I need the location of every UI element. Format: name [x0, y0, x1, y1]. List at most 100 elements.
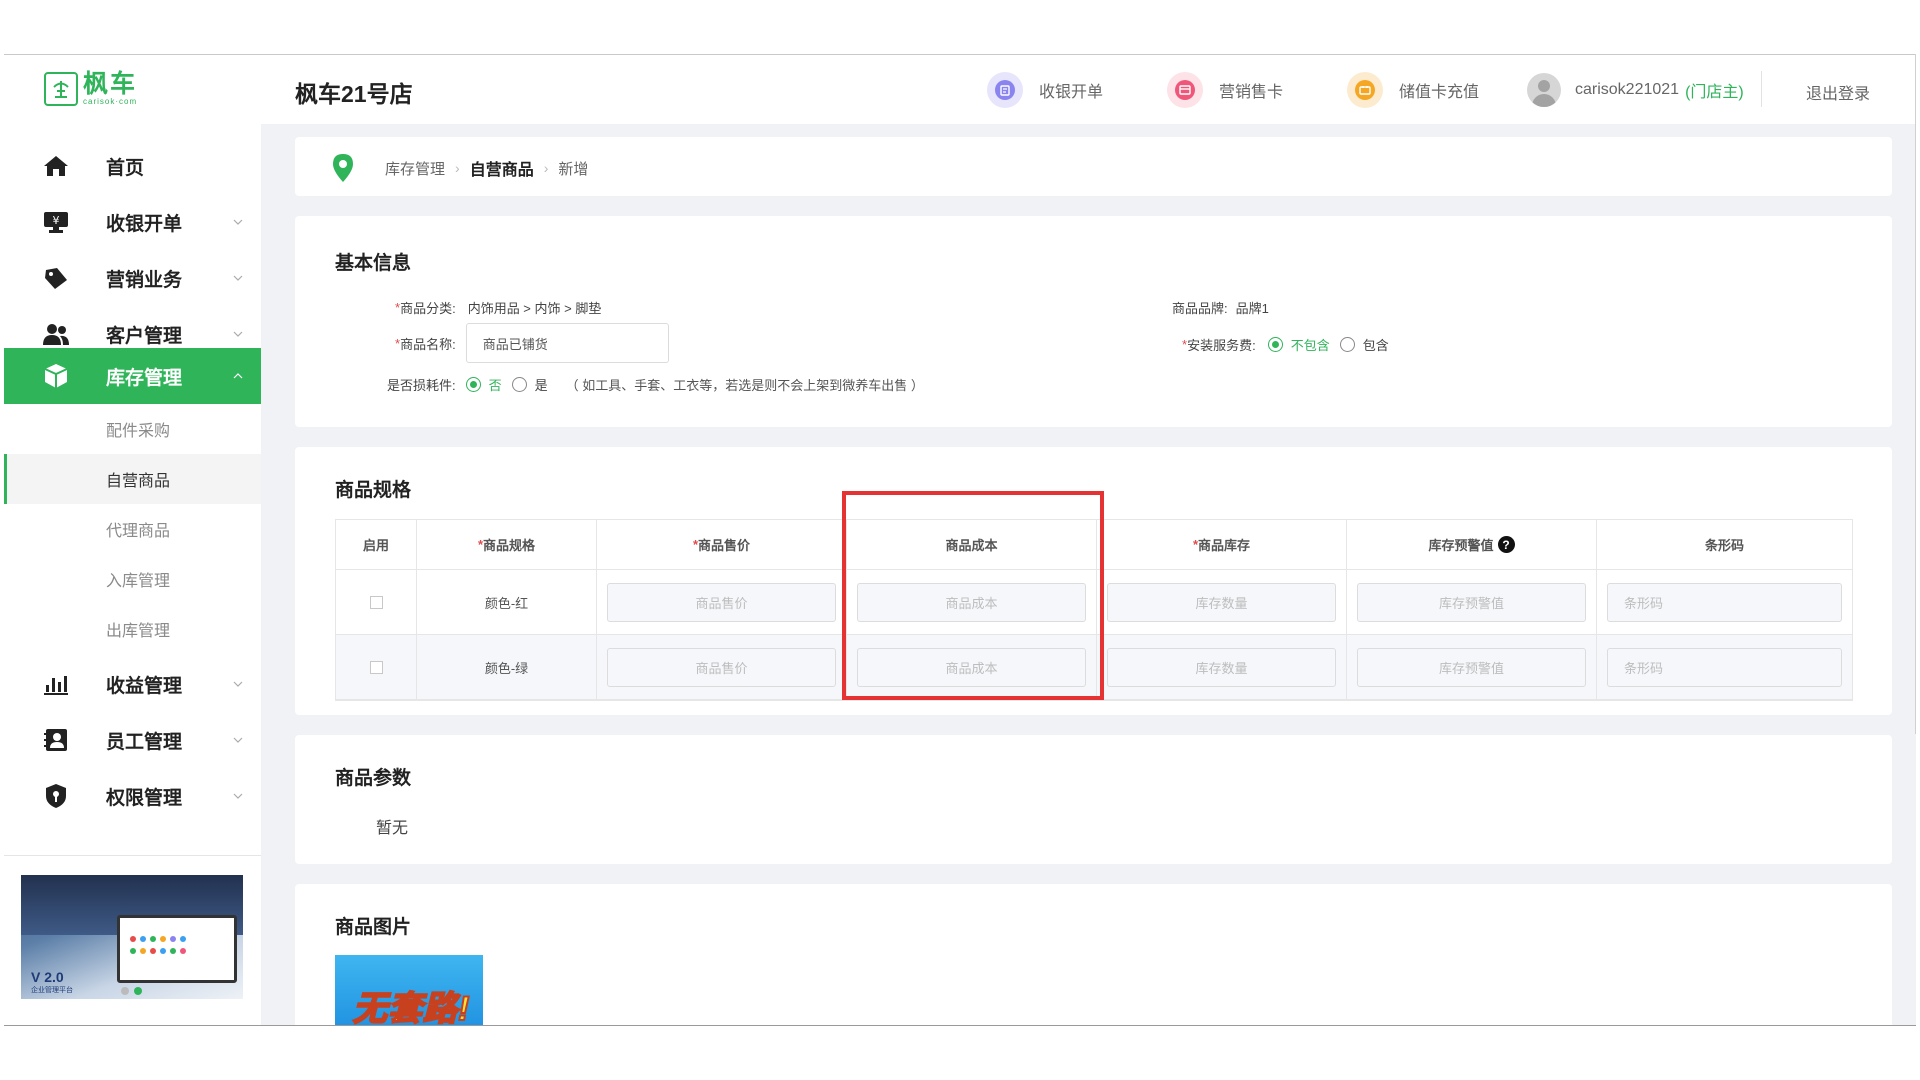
col-header-text: 条形码 — [1704, 538, 1744, 553]
recharge-card-icon — [1347, 72, 1383, 108]
install-excluded-radio[interactable] — [1267, 337, 1283, 352]
app-window: 枫车 carisok·com 首页 ¥ 收银开单 营销业务 客户管理 库存管理 — [4, 54, 1916, 1026]
chevron-down-icon — [232, 272, 244, 284]
header-divider — [1761, 71, 1762, 107]
price-input[interactable]: 商品售价 — [607, 647, 836, 687]
table-row: 颜色-红 商品售价 商品成本 库存数量 库存预警值 条形码 — [336, 570, 1852, 635]
breadcrumb-inventory[interactable]: 库存管理 — [385, 158, 445, 179]
sidebar-item-revenue[interactable]: 收益管理 — [4, 656, 261, 712]
logo-icon — [44, 72, 78, 106]
logo-text: 枫车 — [83, 70, 138, 98]
header-recharge-button[interactable]: 储值卡充值 — [1347, 71, 1479, 109]
sidebar-item-label: 员工管理 — [106, 731, 183, 753]
stock-input[interactable]: 库存数量 — [1107, 647, 1336, 687]
sidebar-item-label: 客户管理 — [106, 325, 183, 347]
breadcrumb-separator: › — [455, 160, 460, 176]
avatar — [1527, 73, 1561, 107]
install-excluded-label[interactable]: 不包含 — [1291, 335, 1330, 354]
consumable-no-label[interactable]: 否 — [489, 375, 502, 394]
stock-warning-input[interactable]: 库存预警值 — [1357, 647, 1586, 687]
spec-table: 启用 * 商品规格 * 商品售价 商品成本 * 商品库存 库存预警值? 条形码 颜色-… — [335, 519, 1853, 701]
sidebar-item-home[interactable]: 首页 — [4, 138, 261, 194]
breadcrumb-own-products[interactable]: 自营商品 — [470, 156, 534, 180]
install-included-label[interactable]: 包含 — [1363, 335, 1389, 354]
promo-dot-active[interactable] — [134, 987, 142, 995]
product-name-input[interactable]: 商品已铺货 — [465, 323, 669, 363]
sidebar-subitem-parts-purchase[interactable]: 配件采购 — [4, 404, 261, 454]
section-title: 商品图片 — [335, 917, 412, 938]
user-profile[interactable]: carisok221021 (门店主) — [1527, 71, 1744, 109]
chevron-down-icon — [232, 216, 244, 228]
brand-logo[interactable]: 枫车 carisok·com — [44, 69, 137, 109]
user-role: (门店主) — [1685, 84, 1744, 101]
sidebar-item-inventory[interactable]: 库存管理 — [4, 348, 261, 404]
col-header-barcode: 条形码 — [1597, 520, 1852, 569]
staff-icon — [42, 726, 70, 754]
cost-input[interactable]: 商品成本 — [857, 582, 1086, 622]
header-sell-card-button[interactable]: 营销售卡 — [1167, 71, 1283, 109]
params-empty-text: 暂无 — [376, 820, 409, 837]
install-fee-row: * 安装服务费: 不包含 包含 — [1182, 335, 1399, 354]
consumable-label: 是否损耗件: — [387, 378, 456, 393]
sidebar-item-label: 收银开单 — [106, 213, 183, 235]
consumable-yes-label[interactable]: 是 — [535, 375, 548, 394]
sell-card-icon — [1167, 72, 1203, 108]
svg-text:¥: ¥ — [53, 214, 60, 227]
col-header-stock-warning: 库存预警值? — [1347, 520, 1597, 569]
sidebar-subitem-label: 代理商品 — [106, 523, 171, 540]
barcode-input[interactable]: 条形码 — [1607, 582, 1842, 622]
logout-link[interactable]: 退出登录 — [1806, 80, 1870, 104]
sidebar-item-permissions[interactable]: 权限管理 — [4, 768, 261, 824]
stock-warning-input[interactable]: 库存预警值 — [1357, 582, 1586, 622]
consumable-no-radio[interactable] — [465, 377, 481, 392]
consumable-row: 是否损耗件: 否 是 （ 如工具、手套、工衣等，若选是则不会上架到微养车出售 ） — [387, 375, 924, 394]
images-section: 商品图片 无套路! — [295, 884, 1892, 1026]
inventory-box-icon — [42, 362, 70, 390]
category-row: * 商品分类: 内饰用品 > 内饰 > 脚垫 — [395, 298, 601, 317]
promo-dot[interactable] — [121, 987, 129, 995]
sidebar-subitem-label: 自营商品 — [106, 473, 171, 490]
promo-subtitle: 企业管理平台 — [31, 987, 73, 994]
col-header-price: * 商品售价 — [597, 520, 847, 569]
basic-info-section: 基本信息 * 商品分类: 内饰用品 > 内饰 > 脚垫 商品品牌: 品牌1 * … — [295, 216, 1892, 427]
sidebar-item-label: 库存管理 — [106, 367, 183, 389]
enable-checkbox[interactable] — [369, 595, 383, 609]
name-row: * 商品名称: 商品已铺货 — [395, 323, 669, 363]
install-included-radio[interactable] — [1339, 337, 1355, 352]
enable-checkbox[interactable] — [369, 660, 383, 674]
sidebar-subitem-stock-in[interactable]: 入库管理 — [4, 554, 261, 604]
barcode-input[interactable]: 条形码 — [1607, 647, 1842, 687]
stock-input[interactable]: 库存数量 — [1107, 582, 1336, 622]
thumbnail-text: 无套路! — [352, 989, 471, 1026]
permission-shield-icon — [42, 782, 70, 810]
header-cashier-order-button[interactable]: 收银开单 — [987, 71, 1103, 109]
col-header-enable: 启用 — [336, 520, 417, 569]
table-header-row: 启用 * 商品规格 * 商品售价 商品成本 * 商品库存 库存预警值? 条形码 — [336, 520, 1852, 570]
consumable-hint: （ 如工具、手套、工衣等，若选是则不会上架到微养车出售 ） — [565, 378, 924, 393]
sidebar-item-label: 收益管理 — [106, 675, 183, 697]
location-pin-icon — [331, 153, 355, 183]
sidebar-subitem-agency-products[interactable]: 代理商品 — [4, 504, 261, 554]
section-title: 商品参数 — [335, 768, 412, 789]
product-image-thumbnail[interactable]: 无套路! — [335, 955, 483, 1026]
sidebar-item-marketing[interactable]: 营销业务 — [4, 250, 261, 306]
help-icon[interactable]: ? — [1497, 536, 1515, 553]
col-header-text: 商品规格 — [483, 538, 536, 553]
col-header-text: 商品库存 — [1198, 538, 1251, 553]
cashier-order-icon — [987, 72, 1023, 108]
consumable-yes-radio[interactable] — [511, 377, 527, 392]
promo-banner[interactable]: V 2.0 企业管理平台 — [21, 875, 243, 999]
col-header-text: 商品售价 — [698, 538, 751, 553]
cost-input[interactable]: 商品成本 — [857, 647, 1086, 687]
sidebar-subitem-stock-out[interactable]: 出库管理 — [4, 604, 261, 654]
sidebar-item-staff[interactable]: 员工管理 — [4, 712, 261, 768]
section-title: 基本信息 — [335, 253, 412, 274]
name-label: 商品名称: — [400, 336, 456, 352]
sidebar-subitem-own-products[interactable]: 自营商品 — [4, 454, 261, 504]
sidebar-item-cashier[interactable]: ¥ 收银开单 — [4, 194, 261, 250]
header-action-label: 营销售卡 — [1219, 84, 1284, 101]
sidebar-subitem-label: 出库管理 — [106, 623, 171, 640]
price-input[interactable]: 商品售价 — [607, 582, 836, 622]
breadcrumb-separator: › — [543, 160, 549, 176]
chevron-down-icon — [232, 734, 244, 746]
